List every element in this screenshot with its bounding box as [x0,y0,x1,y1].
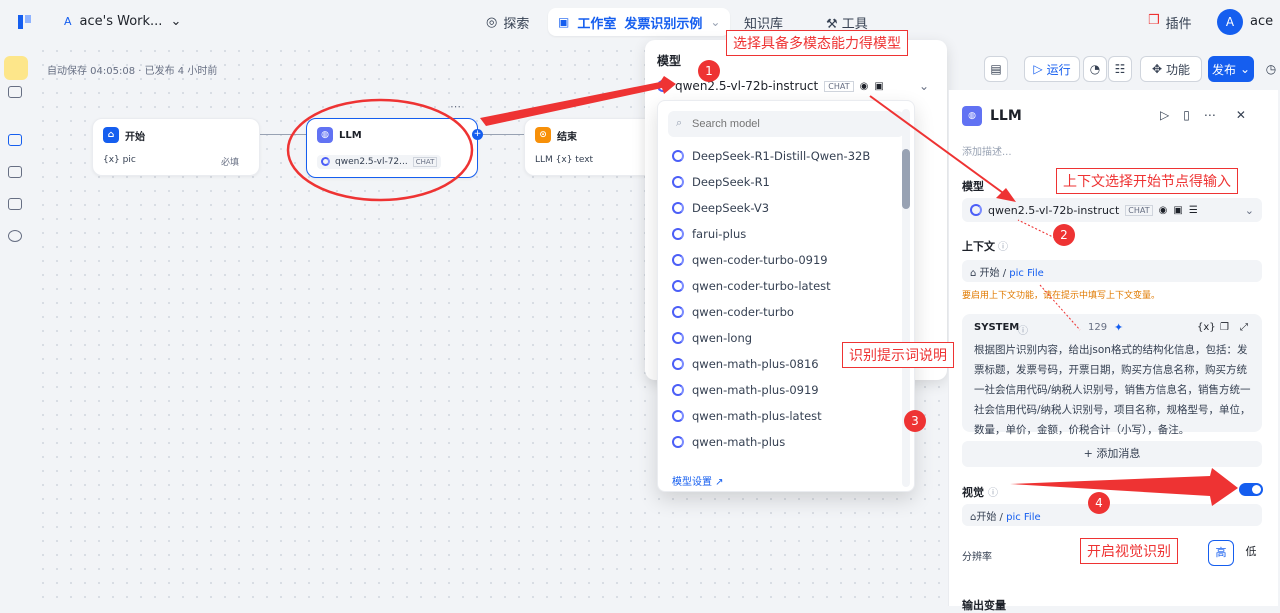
annotation-number-2: 2 [1053,224,1075,246]
annotation-leader-3 [1039,284,1081,331]
annotation-arrows [286,76,1238,506]
annotation-label-4: 开启视觉识别 [1080,538,1178,564]
annotation-label-3: 识别提示词说明 [842,342,954,368]
annotation-arrow-2 [869,95,1011,199]
annotation-leader-2 [1017,219,1056,239]
annotation-arrow-1 [480,76,676,126]
search-icon: ⌕ [676,116,683,129]
annotation-circle [286,98,474,202]
annotation-number-1: 1 [698,60,720,82]
annotation-number-3: 3 [904,410,926,432]
annotation-label-1: 选择具备多模态能力得模型 [726,30,908,56]
annotation-arrow-4 [1010,468,1238,506]
annotation-number-4: 4 [1088,492,1110,514]
annotation-label-2: 上下文选择开始节点得输入 [1056,168,1238,194]
